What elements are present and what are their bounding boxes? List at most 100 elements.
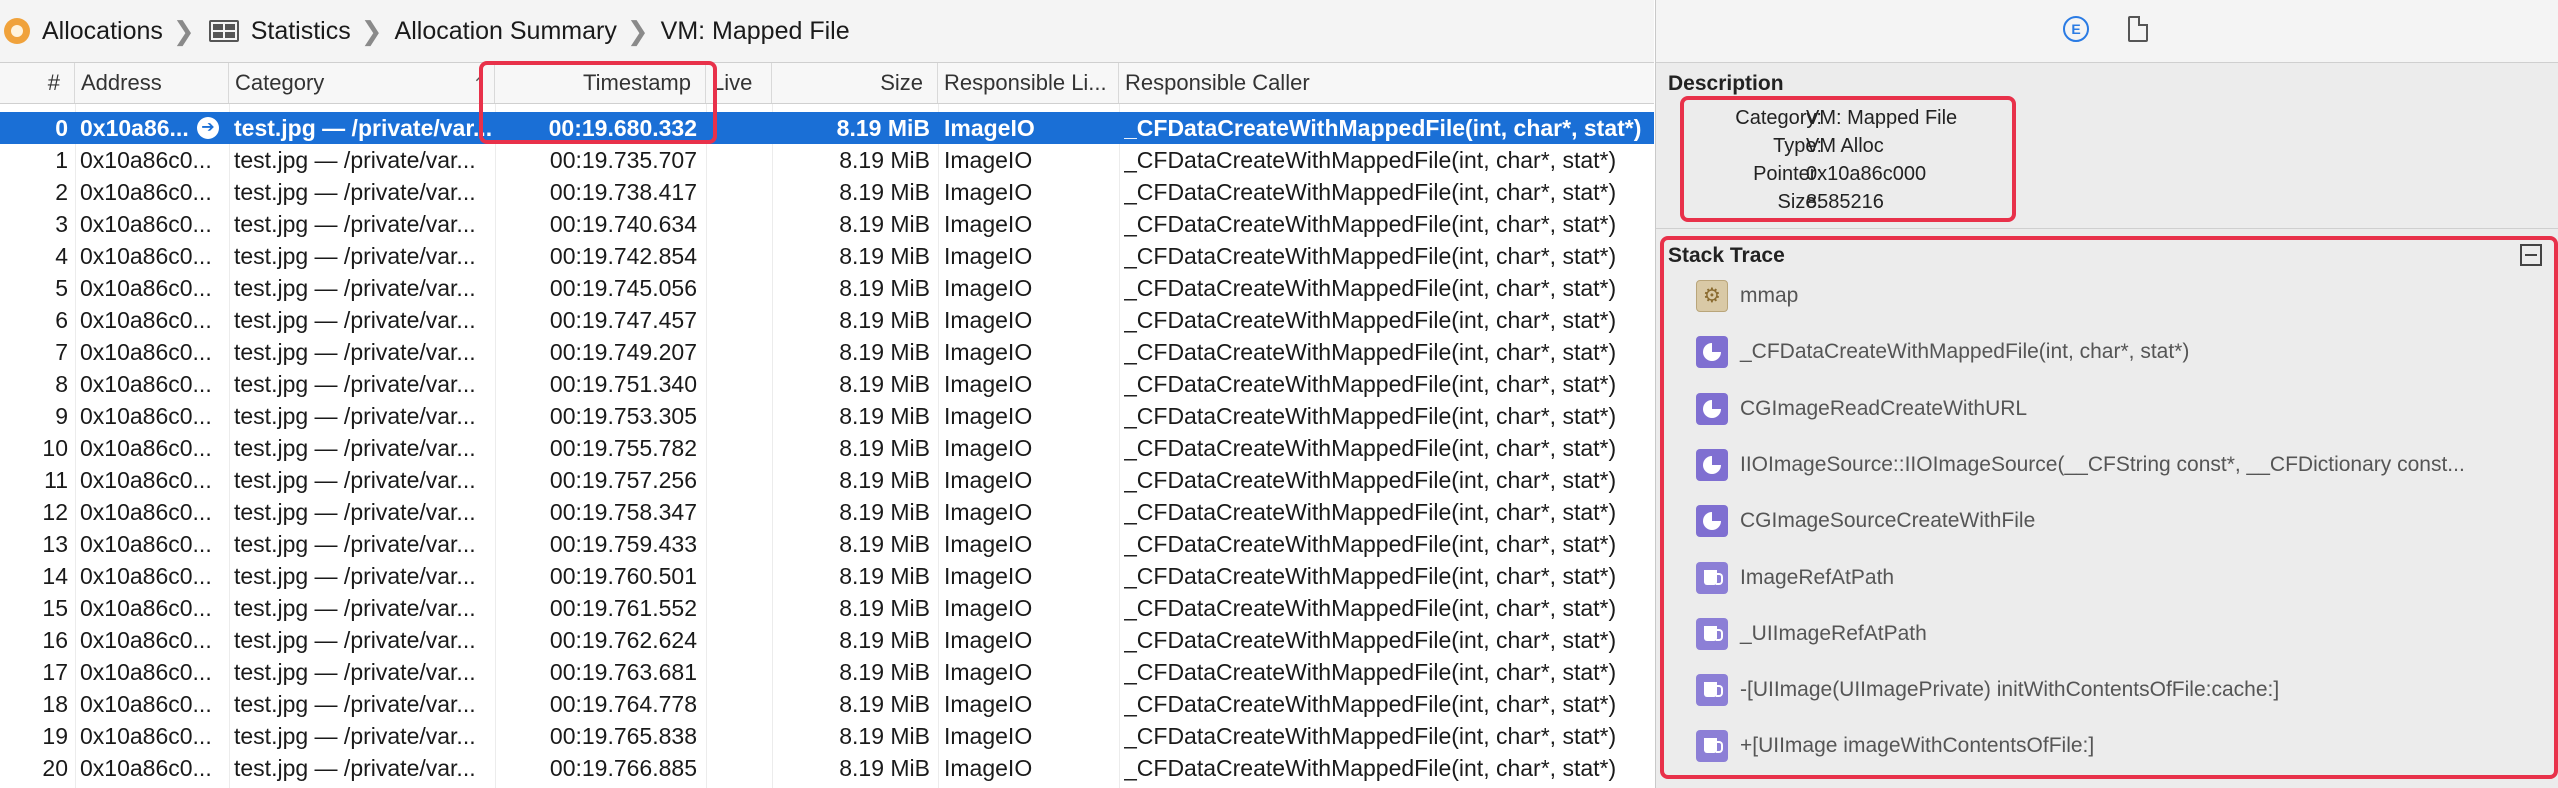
- stack-frame[interactable]: _UIImageRefAtPath: [1696, 614, 1927, 654]
- table-row[interactable]: 6 0x10a86c0... test.jpg — /private/var... 0…: [0, 304, 1654, 336]
- stack-frame[interactable]: CGImageReadCreateWithURL: [1696, 389, 2027, 429]
- cell-size: 8.19 MiB: [839, 371, 930, 397]
- cell-live: [706, 368, 766, 400]
- cell-size: 8.19 MiB: [839, 339, 930, 365]
- cell-address: 0x10a86c0...: [80, 595, 212, 621]
- table-row[interactable]: 10 0x10a86c0... test.jpg — /private/var...…: [0, 432, 1654, 464]
- table-row[interactable]: 1 0x10a86c0... test.jpg — /private/var... 0…: [0, 144, 1654, 176]
- go-to-detail-icon[interactable]: ➔: [197, 117, 219, 139]
- stack-trace-title: Stack Trace: [1668, 244, 1785, 267]
- cell-library: ImageIO: [944, 531, 1033, 557]
- breadcrumb-item-allocations[interactable]: Allocations: [0, 17, 163, 46]
- table-row[interactable]: 8 0x10a86c0... test.jpg — /private/var... 0…: [0, 368, 1654, 400]
- table-row[interactable]: 11 0x10a86c0... test.jpg — /private/var...…: [0, 464, 1654, 496]
- cell-library: ImageIO: [944, 403, 1033, 429]
- cell-size: 8.19 MiB: [839, 435, 930, 461]
- table-row[interactable]: 16 0x10a86c0... test.jpg — /private/var...…: [0, 624, 1654, 656]
- table-row[interactable]: 20 0x10a86c0... test.jpg — /private/var...…: [0, 752, 1654, 784]
- stack-frame[interactable]: -[UIImage(UIImagePrivate) initWithConten…: [1696, 670, 2279, 710]
- cell-library: ImageIO: [944, 147, 1033, 173]
- table-row[interactable]: 12 0x10a86c0... test.jpg — /private/var...…: [0, 496, 1654, 528]
- column-header-category[interactable]: Category ⌃: [229, 63, 495, 103]
- description-row: Category: VM: Mapped File: [1656, 104, 2056, 132]
- description-row: Pointer: 0x10a86c000: [1656, 160, 2056, 188]
- column-header-address[interactable]: Address: [75, 63, 229, 103]
- cell-live: [706, 752, 766, 784]
- breadcrumb-item-statistics[interactable]: Statistics: [207, 17, 351, 46]
- stack-frame[interactable]: _CFDataCreateWithMappedFile(int, char*, …: [1696, 332, 2189, 372]
- cell-timestamp: 00:19.761.552: [549, 595, 697, 621]
- cell-size: 8.19 MiB: [839, 659, 930, 685]
- table-row[interactable]: 0 0x10a86... test.jpg — /private/var... 00:…: [0, 112, 1654, 144]
- stack-frame[interactable]: mmap: [1696, 276, 1798, 316]
- column-header-live[interactable]: Live: [706, 63, 772, 103]
- cell-category: test.jpg — /private/var...: [234, 243, 476, 269]
- column-header-responsible-library[interactable]: Responsible Li...: [938, 63, 1119, 103]
- stack-frame-label: CGImageSourceCreateWithFile: [1740, 509, 2036, 532]
- table-row[interactable]: 17 0x10a86c0... test.jpg — /private/var...…: [0, 656, 1654, 688]
- cell-num: 1: [55, 147, 68, 173]
- stack-frame[interactable]: CGImageSourceCreateWithFile: [1696, 501, 2035, 541]
- breadcrumb-item-allocation-summary[interactable]: Allocation Summary: [395, 17, 617, 46]
- column-header-timestamp[interactable]: Timestamp: [495, 63, 706, 103]
- table-row[interactable]: 15 0x10a86c0... test.jpg — /private/var...…: [0, 592, 1654, 624]
- cell-num: 14: [42, 563, 68, 589]
- cell-timestamp: 00:19.759.433: [549, 531, 697, 557]
- extended-detail-icon[interactable]: E: [2063, 16, 2089, 42]
- cell-caller: _CFDataCreateWithMappedFile(int, char*, …: [1124, 371, 1617, 397]
- cell-size: 8.19 MiB: [839, 563, 930, 589]
- column-header-number[interactable]: #: [0, 63, 75, 103]
- cell-address: 0x10a86c0...: [80, 179, 212, 205]
- cell-library: ImageIO: [944, 595, 1033, 621]
- cell-address: 0x10a86c0...: [80, 307, 212, 333]
- cell-live: [706, 720, 766, 752]
- stack-frame[interactable]: ImageRefAtPath: [1696, 558, 1894, 598]
- description-value: VM: Mapped File: [1806, 107, 1958, 129]
- cell-size: 8.19 MiB: [839, 595, 930, 621]
- cell-caller: _CFDataCreateWithMappedFile(int, char*, …: [1124, 211, 1617, 237]
- cell-caller: _CFDataCreateWithMappedFile(int, char*, …: [1124, 147, 1617, 173]
- column-header-responsible-caller[interactable]: Responsible Caller: [1119, 63, 1654, 103]
- table-row[interactable]: 5 0x10a86c0... test.jpg — /private/var... 0…: [0, 272, 1654, 304]
- cell-caller: _CFDataCreateWithMappedFile(int, char*, …: [1124, 179, 1617, 205]
- cell-caller: _CFDataCreateWithMappedFile(int, char*, …: [1124, 403, 1617, 429]
- cell-category: test.jpg — /private/var...: [234, 563, 476, 589]
- cell-caller: _CFDataCreateWithMappedFile(int, char*, …: [1124, 531, 1617, 557]
- cell-library: ImageIO: [944, 211, 1033, 237]
- cell-num: 7: [55, 339, 68, 365]
- cell-caller: _CFDataCreateWithMappedFile(int, char*, …: [1124, 627, 1617, 653]
- cell-live: [706, 496, 766, 528]
- description-row: Size: 8585216: [1656, 188, 2056, 216]
- cell-timestamp: 00:19.738.417: [549, 179, 697, 205]
- table-row[interactable]: 4 0x10a86c0... test.jpg — /private/var... 0…: [0, 240, 1654, 272]
- cell-size: 8.19 MiB: [839, 147, 930, 173]
- section-divider: [1656, 228, 2558, 229]
- table-row[interactable]: 13 0x10a86c0... test.jpg — /private/var...…: [0, 528, 1654, 560]
- column-header-size[interactable]: Size: [772, 63, 938, 103]
- cell-address: 0x10a86c0...: [80, 371, 212, 397]
- description-value: VM Alloc: [1806, 135, 1884, 157]
- breadcrumb-item-vm-mapped-file[interactable]: VM: Mapped File: [661, 17, 850, 46]
- table-row[interactable]: 14 0x10a86c0... test.jpg — /private/var...…: [0, 560, 1654, 592]
- chevron-right-icon: ❯: [626, 15, 649, 46]
- stack-frame[interactable]: IIOImageSource::IIOImageSource(__CFStrin…: [1696, 445, 2465, 485]
- cell-library: ImageIO: [944, 435, 1033, 461]
- cell-live: [706, 400, 766, 432]
- table-row[interactable]: 18 0x10a86c0... test.jpg — /private/var...…: [0, 688, 1654, 720]
- cell-category: test.jpg — /private/var...: [234, 275, 476, 301]
- cell-timestamp: 00:19.763.681: [549, 659, 697, 685]
- stack-collapse-icon[interactable]: [2520, 244, 2542, 266]
- cell-num: 12: [42, 499, 68, 525]
- user-code-icon: [1696, 618, 1728, 650]
- table-row[interactable]: 9 0x10a86c0... test.jpg — /private/var... 0…: [0, 400, 1654, 432]
- table-row[interactable]: 7 0x10a86c0... test.jpg — /private/var... 0…: [0, 336, 1654, 368]
- table-row[interactable]: 2 0x10a86c0... test.jpg — /private/var... 0…: [0, 176, 1654, 208]
- document-icon[interactable]: [2128, 16, 2148, 42]
- stack-frame-label: mmap: [1740, 284, 1799, 307]
- table-row[interactable]: 19 0x10a86c0... test.jpg — /private/var...…: [0, 720, 1654, 752]
- table-row[interactable]: 3 0x10a86c0... test.jpg — /private/var... 0…: [0, 208, 1654, 240]
- cell-size: 8.19 MiB: [839, 179, 930, 205]
- stack-frame[interactable]: +[UIImage imageWithContentsOfFile:]: [1696, 726, 2094, 766]
- cell-size: 8.19 MiB: [839, 403, 930, 429]
- cell-address: 0x10a86c0...: [80, 627, 212, 653]
